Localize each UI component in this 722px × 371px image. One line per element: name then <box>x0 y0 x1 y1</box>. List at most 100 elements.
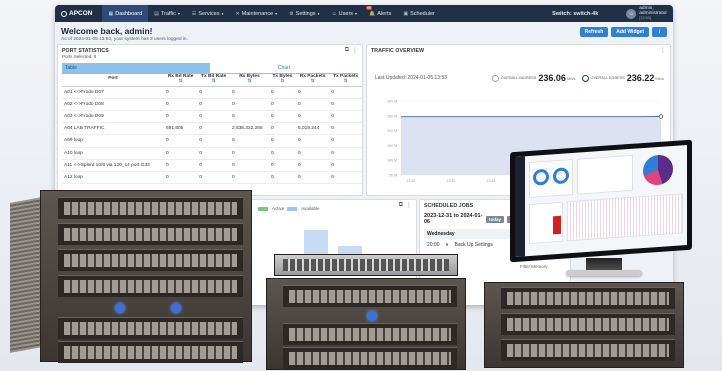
stat-cell: 0 <box>229 98 269 111</box>
tab-table[interactable]: Table <box>62 63 210 74</box>
port-stats-tools: ⧉ ⋮ <box>345 47 358 54</box>
sort-icon[interactable]: ⇅ <box>280 79 284 84</box>
table-row[interactable]: A03 <->Frodo D09 0 0 0 0 0 0 <box>62 110 362 124</box>
stat-cell: 0 <box>268 98 296 111</box>
status-led-icon <box>367 311 377 321</box>
table-row[interactable]: A09 loop 0 0 0 0 0 0 <box>62 134 362 148</box>
table-row[interactable]: A01 <->Frodo D07 0 0 0 0 0 0 <box>62 86 362 99</box>
sort-icon[interactable]: ⇅ <box>247 79 251 84</box>
switch-label: Switch: <box>552 10 572 17</box>
dashboard-icon: ▦ <box>108 10 114 17</box>
sort-icon[interactable]: ⇅ <box>179 79 183 84</box>
active-swatch <box>258 206 268 211</box>
status-led-icon <box>171 303 181 313</box>
user-time: [13:53] <box>639 16 651 20</box>
column-header[interactable]: Rx Packets ⇅ <box>295 74 330 87</box>
port-name-cell: A09 loop <box>62 134 164 148</box>
column-header[interactable]: Tx Bit Rate ⇅ <box>197 74 230 87</box>
table-row[interactable]: A04 LAB TRAFFIC 691,605 0 2,536,332,265 0 5,0… <box>62 122 362 136</box>
user-menu[interactable]: admin, administrator [13:53] <box>639 6 667 21</box>
port-name-cell: A02 <->Frodo D08 <box>62 98 164 111</box>
stat-cell: 0 <box>295 171 330 185</box>
stat-cell: 0 <box>329 86 362 99</box>
sort-icon[interactable]: ⇅ <box>344 79 348 84</box>
kebab-menu-icon[interactable]: ⋮ <box>352 47 358 54</box>
ingress-value: 236.06 <box>538 73 566 83</box>
nav-item-dashboard[interactable]: ▦ Dashboard <box>102 5 149 22</box>
traffic-title: TRAFFIC OVERVIEW <box>371 48 425 54</box>
refresh-button[interactable]: Refresh <box>579 27 609 37</box>
add-widget-button[interactable]: Add Widget <box>611 27 649 37</box>
today-button[interactable]: today <box>486 215 505 223</box>
ports-selected: Ports Selected: 8 <box>62 54 97 59</box>
tab-chart[interactable]: Chart <box>210 63 358 74</box>
stat-cell: 0 <box>229 147 269 160</box>
kebab-menu-icon[interactable]: ⋮ <box>406 202 412 209</box>
monitor-stand-base <box>566 270 642 276</box>
kebab-menu-icon[interactable]: ⋮ <box>660 47 666 54</box>
monitor-pie-icon <box>643 153 673 187</box>
available-label: Available <box>301 206 320 211</box>
status-led-icon <box>115 303 125 313</box>
stat-cell: 0 <box>229 134 269 148</box>
column-header[interactable]: Rx Bytes ⇅ <box>229 74 269 87</box>
stat-cell: 0 <box>164 159 198 172</box>
nav-item-settings[interactable]: ⚙ Settings ▾ <box>283 5 325 22</box>
apcon-logo[interactable]: APCON <box>61 10 92 17</box>
stat-cell: 0 <box>268 171 296 185</box>
monitor-bar-icon <box>553 215 561 235</box>
nav-item-users[interactable]: ☺ Users ▾ <box>326 5 364 22</box>
stat-cell: 0 <box>197 110 230 124</box>
column-header[interactable]: Tx Bytes ⇅ <box>268 74 296 87</box>
nav-item-services[interactable]: ☰ Services ▾ <box>186 5 230 22</box>
stat-cell: 0 <box>329 171 362 185</box>
switch-indicator[interactable]: Switch: switch-4k <box>552 11 598 17</box>
traffic-point <box>658 114 664 119</box>
chassis-slot <box>282 323 458 345</box>
nav-item-traffic[interactable]: ▤ Traffic ▾ <box>148 5 186 22</box>
port-name-cell: A10 loop <box>62 147 164 160</box>
stat-cell: 0 <box>197 122 230 136</box>
chevron-down-icon: ▾ <box>317 11 320 16</box>
stat-cell: 0 <box>229 171 269 185</box>
table-row[interactable]: A11 <->Splent 10/8 via 120_14 port G33 0 0… <box>62 159 362 172</box>
stat-cell: 0 <box>295 110 330 124</box>
column-header[interactable]: Port <box>62 74 164 87</box>
day-name: Wednesday <box>427 231 455 237</box>
y-tick-label: 300 M <box>387 100 397 104</box>
monitor-screen <box>515 144 687 258</box>
table-row[interactable]: A10 loop 0 0 0 0 0 0 <box>62 147 362 160</box>
ingress-ring-icon <box>491 74 499 82</box>
column-header[interactable]: Rx Bit Rate ⇅ <box>164 74 198 87</box>
edit-icon[interactable]: ⧉ <box>345 47 349 54</box>
nav-item-scheduler[interactable]: ▣ Scheduler <box>397 5 441 22</box>
sort-icon[interactable]: ⇅ <box>311 79 315 84</box>
nav-label: Alerts <box>377 10 392 17</box>
table-row[interactable]: A02 <->Frodo D08 0 0 0 0 0 0 <box>62 98 362 111</box>
last-updated: Last Updated: 2024-01-05 13:53 <box>375 75 447 81</box>
nav-item-maintenance[interactable]: ✕ Maintenance ▾ <box>229 5 283 22</box>
egress-label: OVERALL EGRESS <box>590 76 625 80</box>
nav-item-alerts[interactable]: 🔔 99 Alerts <box>363 5 397 22</box>
ingress-unit: Mb/s <box>566 75 576 81</box>
column-header[interactable]: Tx Packets ⇅ <box>329 74 362 87</box>
sort-icon[interactable]: ⇅ <box>212 79 216 84</box>
chevron-down-icon: ▾ <box>177 11 180 16</box>
port-name-cell: A01 <->Frodo D07 <box>62 86 164 99</box>
stat-cell: 0 <box>329 110 362 124</box>
stat-cell: 0 <box>164 134 198 148</box>
top-navbar: APCON ▦ Dashboard ▤ Traffic ▾ ☰ Services ▾ ✕ Main… <box>55 5 673 22</box>
header-actions: Refresh Add Widget ⋮ <box>579 27 667 37</box>
x-tick-label: 13:44 <box>487 179 496 183</box>
stat-cell: 0 <box>295 134 330 148</box>
edit-icon[interactable]: ⧉ <box>399 202 403 209</box>
ingress-label: OVERALL INGRESS <box>500 76 537 80</box>
table-row[interactable]: A12 loop 0 0 0 0 0 0 <box>62 171 362 185</box>
egress-value: 236.22 <box>626 73 655 83</box>
user-avatar-icon[interactable]: ☺ <box>626 8 637 19</box>
more-actions-button[interactable]: ⋮ <box>652 27 667 37</box>
nav-label: Services <box>198 10 220 17</box>
stat-cell: 0 <box>197 98 230 111</box>
right-chassis <box>484 282 684 368</box>
x-tick-label: 13:42 <box>447 179 456 183</box>
